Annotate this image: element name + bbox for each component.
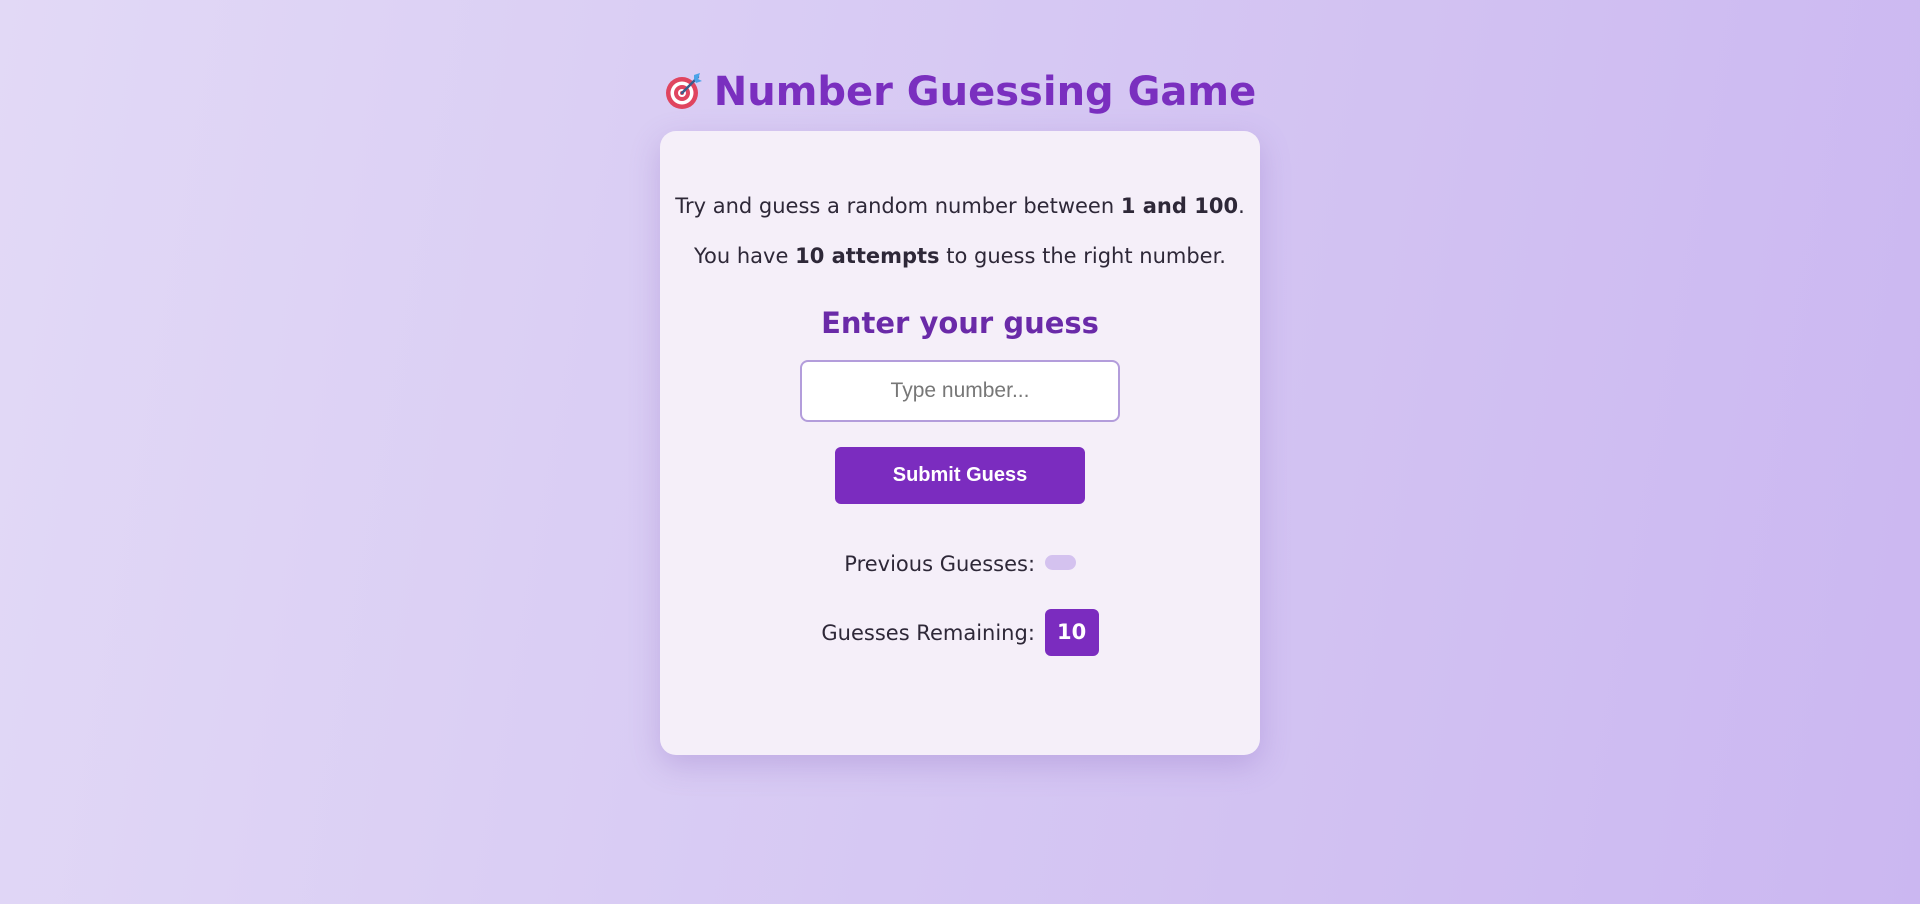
attempts-value: 10 attempts <box>795 244 940 268</box>
guesses-remaining: Guesses Remaining: 10 <box>660 609 1260 657</box>
previous-guesses: Previous Guesses: <box>660 549 1260 579</box>
page-title-text: Number Guessing Game <box>713 68 1257 115</box>
guesses-remaining-label: Guesses Remaining: <box>821 621 1035 645</box>
submit-guess-button[interactable]: Submit Guess <box>835 447 1085 504</box>
game-card: Try and guess a random number between 1 … <box>660 131 1260 755</box>
target-dart-icon <box>664 71 704 111</box>
guesses-remaining-badge: 10 <box>1044 609 1099 656</box>
instructions-attempts: You have 10 attempts to guess the right … <box>694 244 1226 268</box>
previous-guesses-list <box>1044 555 1076 570</box>
range-value: 1 and 100 <box>1120 194 1239 218</box>
guess-input[interactable] <box>800 360 1120 422</box>
page-title: Number Guessing Game <box>0 65 1920 119</box>
previous-guesses-label: Previous Guesses: <box>844 552 1036 576</box>
instructions-range: Try and guess a random number between 1 … <box>675 194 1245 218</box>
guess-heading: Enter your guess <box>821 306 1099 340</box>
